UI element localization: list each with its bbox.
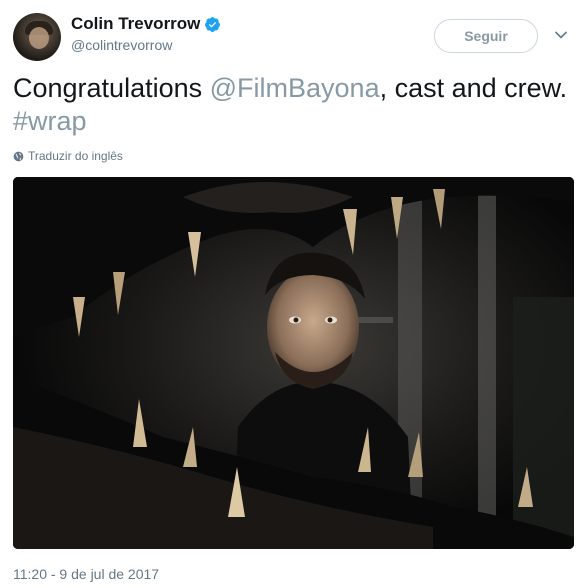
author-name-row[interactable]: Colin Trevorrow: [71, 14, 221, 34]
tweet-text-part: , cast and crew.: [379, 73, 568, 103]
mention-link[interactable]: @FilmBayona: [210, 73, 380, 103]
verified-badge-icon: [205, 16, 221, 32]
photo-image: [13, 177, 574, 549]
hashtag-link[interactable]: #wrap: [13, 106, 87, 136]
chevron-down-icon[interactable]: [554, 30, 568, 40]
tweet-photo[interactable]: [13, 177, 574, 549]
translate-label: Traduzir do inglês: [28, 149, 123, 163]
avatar[interactable]: [13, 13, 61, 61]
tweet-header: Colin Trevorrow @colintrevorrow Seguir: [13, 12, 573, 62]
author-handle[interactable]: @colintrevorrow: [71, 37, 172, 53]
translate-link[interactable]: Traduzir do inglês: [13, 149, 123, 163]
author-name[interactable]: Colin Trevorrow: [71, 14, 200, 34]
tweet-text-part: Congratulations: [13, 73, 210, 103]
tweet-text: Congratulations @FilmBayona, cast and cr…: [13, 72, 568, 138]
globe-icon: [13, 151, 24, 161]
tweet-timestamp[interactable]: 11:20 - 9 de jul de 2017: [13, 566, 159, 582]
follow-button[interactable]: Seguir: [434, 19, 538, 53]
